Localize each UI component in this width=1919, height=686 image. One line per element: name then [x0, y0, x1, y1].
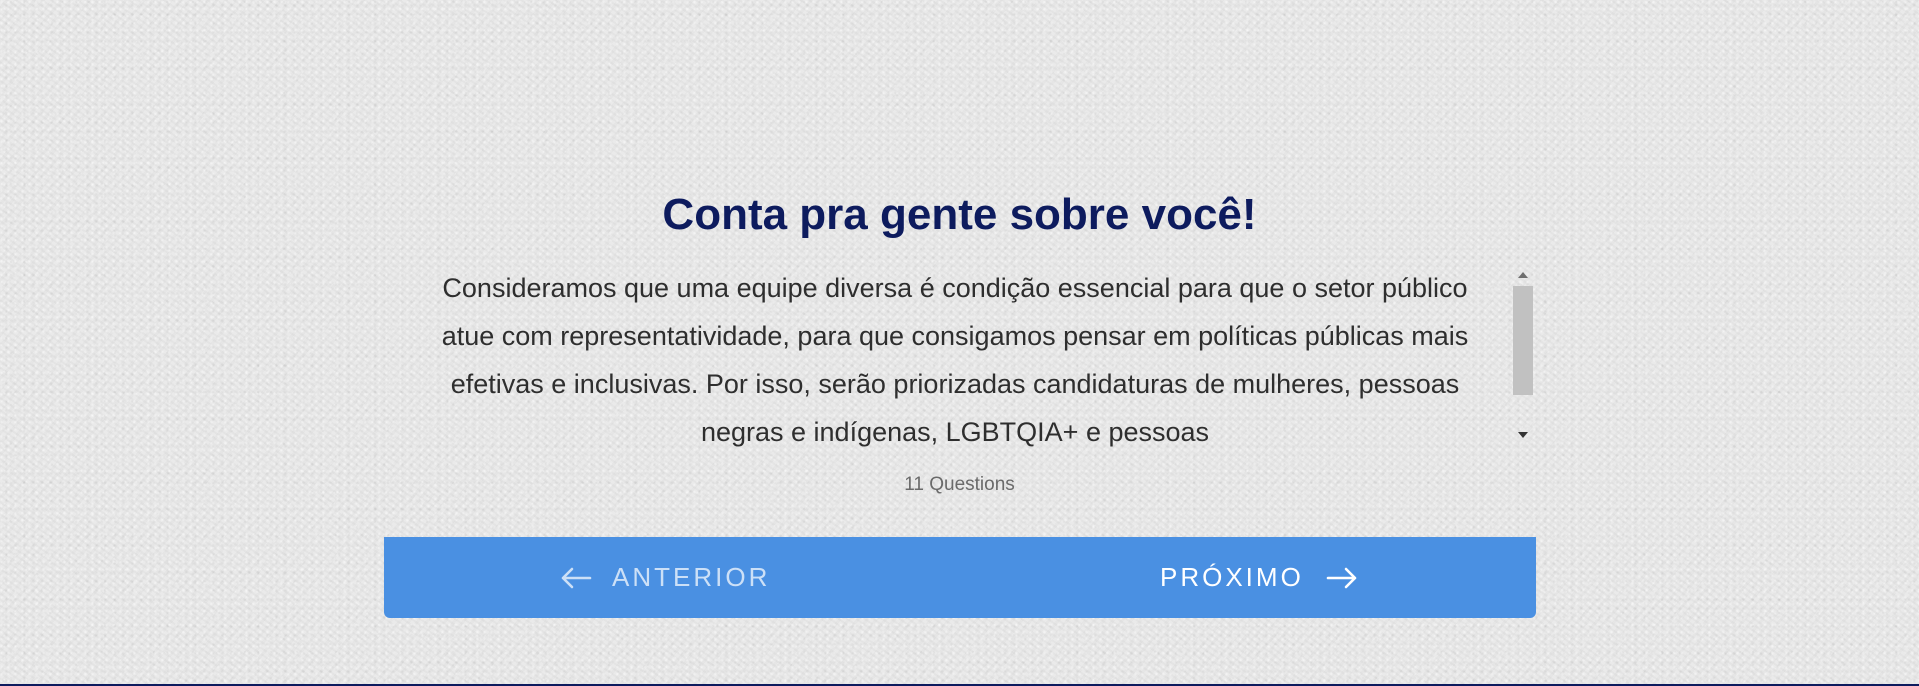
description-scroll-area[interactable]: Consideramos que uma equipe diversa é co… [435, 264, 1535, 450]
previous-button[interactable]: ANTERIOR [560, 537, 770, 618]
arrow-right-icon [1326, 567, 1358, 589]
navigation-bar: ANTERIOR PRÓXIMO [384, 537, 1536, 618]
next-button-label: PRÓXIMO [1160, 562, 1304, 592]
description-text: Consideramos que uma equipe diversa é co… [441, 273, 1469, 447]
page-title: Conta pra gente sobre você! [662, 190, 1257, 239]
description-scrollbar[interactable] [1512, 266, 1534, 450]
scroll-up-arrow-icon[interactable] [1518, 272, 1528, 278]
scroll-down-arrow-icon[interactable] [1518, 432, 1528, 438]
arrow-left-icon [560, 567, 592, 589]
scrollbar-thumb[interactable] [1513, 286, 1533, 395]
question-count: 11 Questions [904, 474, 1015, 495]
next-button[interactable]: PRÓXIMO [1160, 537, 1358, 618]
previous-button-label: ANTERIOR [612, 562, 771, 592]
